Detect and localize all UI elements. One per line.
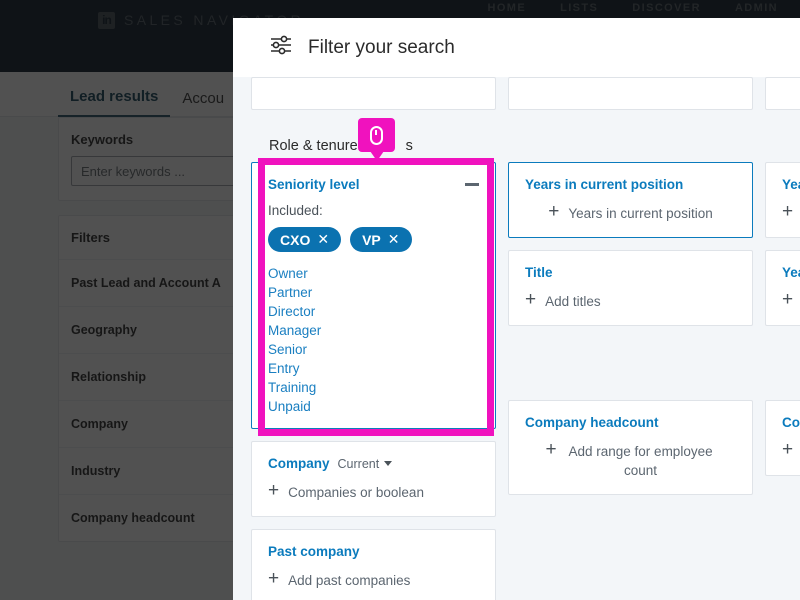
past-company-card[interactable]: Past company + Add past companies bbox=[251, 529, 496, 600]
stub-card-2[interactable] bbox=[508, 77, 753, 110]
plus-icon: + bbox=[782, 439, 794, 460]
pill-cxo-label: CXO bbox=[280, 231, 311, 248]
company-add-label: Companies or boolean bbox=[288, 485, 424, 500]
company-headcount-add-row[interactable]: + Add range for employee count bbox=[525, 439, 736, 480]
title-add-label: Add titles bbox=[545, 294, 601, 309]
seniority-option-senior[interactable]: Senior bbox=[268, 340, 479, 359]
filter-column-3: Years + Y Years + Ye bbox=[765, 162, 800, 600]
company-card[interactable]: Company Current + Companies or boolean bbox=[251, 441, 496, 517]
company-card-c[interactable]: Comp + Ad bbox=[765, 400, 800, 476]
years-card-a[interactable]: Years + Y bbox=[765, 162, 800, 238]
years-current-position-add-row[interactable]: + Years in current position bbox=[525, 201, 736, 223]
plus-icon: + bbox=[268, 568, 280, 589]
past-company-add-label: Add past companies bbox=[288, 573, 411, 588]
included-label: Included: bbox=[268, 203, 323, 218]
pill-vp[interactable]: VP ✕ bbox=[350, 227, 412, 252]
stub-card-3[interactable] bbox=[765, 77, 800, 110]
years-current-position-title: Years in current position bbox=[525, 177, 684, 192]
company-card-title: Company bbox=[268, 456, 330, 471]
selected-pills: CXO ✕ VP ✕ bbox=[268, 227, 479, 252]
plus-icon: + bbox=[548, 201, 560, 222]
seniority-option-partner[interactable]: Partner bbox=[268, 283, 479, 302]
seniority-option-owner[interactable]: Owner bbox=[268, 264, 479, 283]
close-icon[interactable]: ✕ bbox=[388, 231, 400, 248]
company-headcount-card[interactable]: Company headcount + Add range for employ… bbox=[508, 400, 753, 495]
filter-sliders-icon bbox=[269, 34, 293, 61]
modal-header: Filter your search bbox=[233, 18, 800, 77]
plus-icon: + bbox=[268, 480, 280, 501]
seniority-level-card[interactable]: Seniority level Included: CXO ✕ VP ✕ Own… bbox=[251, 162, 496, 429]
plus-icon: + bbox=[782, 289, 794, 310]
section-label-text: Role & tenure bbox=[269, 138, 358, 154]
section-label-role-tenure: Role & tenure s bbox=[251, 128, 782, 162]
company-add-row[interactable]: + Companies or boolean bbox=[268, 480, 479, 502]
company-card-c-add-row[interactable]: + Ad bbox=[782, 439, 800, 461]
years-card-a-title: Years bbox=[782, 177, 800, 192]
pill-cxo[interactable]: CXO ✕ bbox=[268, 227, 342, 252]
filter-column-1: Seniority level Included: CXO ✕ VP ✕ Own… bbox=[251, 162, 496, 600]
title-add-row[interactable]: + Add titles bbox=[525, 289, 736, 311]
company-scope[interactable]: Current bbox=[338, 457, 380, 471]
filter-column-2: Years in current position + Years in cur… bbox=[508, 162, 753, 600]
years-current-position-card[interactable]: Years in current position + Years in cur… bbox=[508, 162, 753, 238]
plus-icon: + bbox=[525, 289, 537, 310]
minus-icon[interactable] bbox=[465, 183, 479, 186]
column3-gap bbox=[765, 338, 800, 400]
badge-tail bbox=[370, 151, 384, 161]
years-current-position-add-label: Years in current position bbox=[568, 206, 713, 221]
seniority-option-director[interactable]: Director bbox=[268, 302, 479, 321]
seniority-level-title: Seniority level bbox=[268, 177, 360, 192]
seniority-option-manager[interactable]: Manager bbox=[268, 321, 479, 340]
modal-title: Filter your search bbox=[308, 36, 455, 58]
mouse-pointer-icon bbox=[370, 125, 383, 145]
title-card[interactable]: Title + Add titles bbox=[508, 250, 753, 326]
past-company-title: Past company bbox=[268, 544, 360, 559]
filter-search-modal: Filter your search Role & tenure s Senior… bbox=[233, 18, 800, 600]
company-card-c-title: Comp bbox=[782, 415, 800, 430]
pill-vp-label: VP bbox=[362, 231, 381, 248]
seniority-options-list: Owner Partner Director Manager Senior En… bbox=[268, 264, 479, 416]
years-card-b-add-row[interactable]: + Ye bbox=[782, 289, 800, 311]
years-card-a-add-row[interactable]: + Y bbox=[782, 201, 800, 223]
title-card-title: Title bbox=[525, 265, 553, 280]
plus-icon: + bbox=[782, 201, 794, 222]
past-company-add-row[interactable]: + Add past companies bbox=[268, 568, 479, 590]
seniority-option-unpaid[interactable]: Unpaid bbox=[268, 397, 479, 416]
company-headcount-title: Company headcount bbox=[525, 415, 659, 430]
close-icon[interactable]: ✕ bbox=[317, 231, 329, 248]
caret-down-icon[interactable] bbox=[384, 461, 393, 466]
stub-card-row bbox=[251, 77, 800, 128]
seniority-option-training[interactable]: Training bbox=[268, 378, 479, 397]
filter-card-grid: Seniority level Included: CXO ✕ VP ✕ Own… bbox=[251, 162, 800, 600]
screen: in SALES NAVIGATOR HOME LISTS DISCOVER A… bbox=[0, 0, 800, 600]
cursor-position-badge bbox=[358, 118, 395, 161]
company-headcount-add-label: Add range for employee count bbox=[568, 444, 713, 478]
years-card-b-title: Years bbox=[782, 265, 800, 280]
seniority-option-entry[interactable]: Entry bbox=[268, 359, 479, 378]
modal-body: Role & tenure s Seniority level Included:… bbox=[233, 77, 800, 600]
plus-icon: + bbox=[545, 439, 557, 460]
years-card-b[interactable]: Years + Ye bbox=[765, 250, 800, 326]
stub-card-1[interactable] bbox=[251, 77, 496, 110]
column2-gap bbox=[508, 338, 753, 400]
